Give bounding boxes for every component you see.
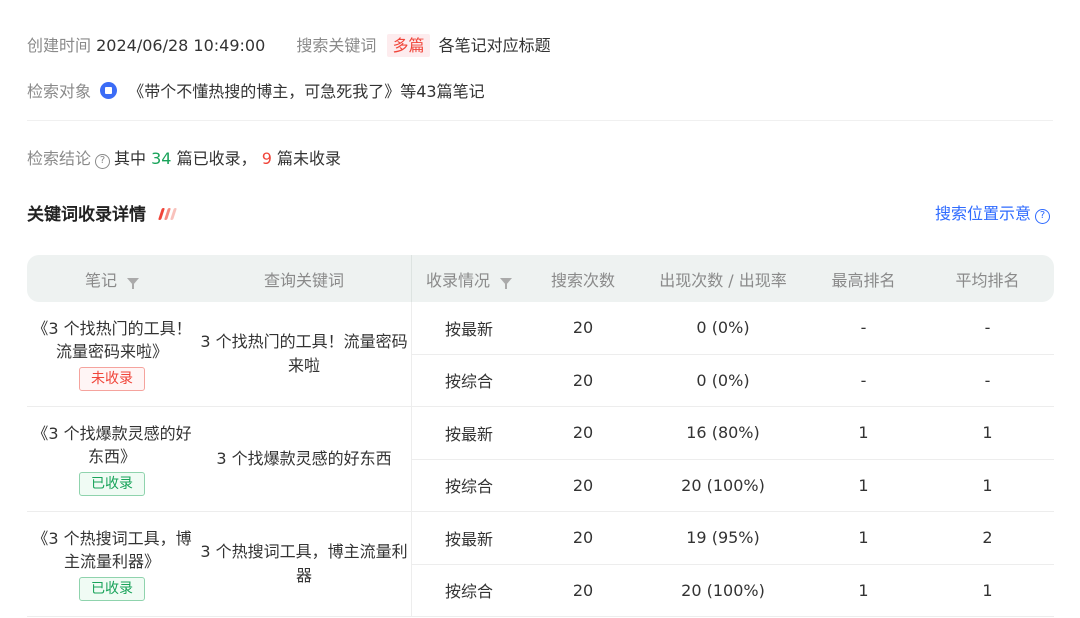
status-badge: 未收录 <box>79 367 145 391</box>
keyword-cell: 3 个找爆款灵感的好东西 <box>197 407 412 511</box>
avg-rank-cell: 1 <box>982 475 993 495</box>
conclusion-label: 检索结论 <box>27 149 92 168</box>
sub-row: 按综合 20 0 (0%) - - <box>412 353 1054 407</box>
appear-cell: 16 (80%) <box>686 423 760 443</box>
sub-row: 按综合 20 20 (100%) 1 1 <box>412 458 1054 512</box>
header-keyword: 查询关键词 <box>197 267 411 291</box>
divider <box>27 120 1053 121</box>
header-avg-rank: 平均排名 <box>921 267 1054 291</box>
meta-created-row: 创建时间 2024/06/28 10:49:00 搜索关键词 多篇 各笔记对应标… <box>27 32 551 57</box>
best-rank-cell: - <box>860 318 867 338</box>
status-badge: 已收录 <box>79 472 145 496</box>
table-row: 《3 个找热门的工具！流量密码来啦》 未收录 3 个找热门的工具！流量密码来啦 … <box>27 302 1054 407</box>
header-best-rank-label: 最高排名 <box>831 270 896 290</box>
searches-cell: 20 <box>572 580 594 600</box>
header-note-label: 笔记 <box>84 270 117 290</box>
created-value: 2024/06/28 10:49:00 <box>96 36 266 55</box>
note-cell: 《3 个热搜词工具，博主流量利器》 已收录 <box>27 512 197 616</box>
keyword-label: 搜索关键词 <box>296 36 377 55</box>
help-icon[interactable]: ? <box>95 153 111 169</box>
header-searches-label: 搜索次数 <box>550 270 615 290</box>
header-avg-rank-label: 平均排名 <box>955 270 1020 290</box>
header-note: 笔记 <box>27 267 197 291</box>
avg-rank-cell: 1 <box>982 580 993 600</box>
avg-rank-cell: 2 <box>982 528 993 548</box>
keyword-cell: 3 个找热门的工具！流量密码来啦 <box>197 302 412 406</box>
searches-cell: 20 <box>572 423 594 443</box>
excluded-text: 篇未收录 <box>276 149 341 168</box>
appear-cell: 20 (100%) <box>681 580 765 600</box>
appear-cell: 19 (95%) <box>686 528 760 548</box>
mode-cell: 按综合 <box>444 372 493 392</box>
sub-row: 按最新 20 19 (95%) 1 2 <box>412 512 1054 564</box>
help-icon[interactable]: ? <box>1035 208 1050 224</box>
best-rank-cell: 1 <box>858 528 869 548</box>
table-header: 笔记 查询关键词 收录情况 搜索次数 出现次数 / 出现率 最高排名 平均排名 <box>27 255 1054 302</box>
sub-row: 按最新 20 0 (0%) - - <box>412 302 1054 354</box>
title-accent-icon <box>157 205 178 225</box>
sub-row: 按综合 20 20 (100%) 1 1 <box>412 563 1054 617</box>
note-cell: 《3 个找热门的工具！流量密码来啦》 未收录 <box>27 302 197 406</box>
conclusion-row: 检索结论? 其中 34 篇已收录， 9 篇未收录 <box>27 145 341 169</box>
status-badge: 已收录 <box>79 577 145 601</box>
keyword-cell: 3 个热搜词工具，博主流量利器 <box>197 512 412 616</box>
meta-object-row: 检索对象 《带个不懂热搜的博主，可急死我了》等43篇笔记 <box>27 78 485 102</box>
sub-row: 按最新 20 16 (80%) 1 1 <box>412 407 1054 459</box>
header-status: 收录情况 <box>412 267 526 291</box>
note-title[interactable]: 《3 个热搜词工具，博主流量利器》 <box>27 527 197 573</box>
searches-cell: 20 <box>572 528 594 548</box>
note-title[interactable]: 《3 个找热门的工具！流量密码来啦》 <box>27 317 197 363</box>
avg-rank-cell: - <box>984 370 991 390</box>
table-row: 《3 个热搜词工具，博主流量利器》 已收录 3 个热搜词工具，博主流量利器 按最… <box>27 512 1054 617</box>
best-rank-cell: 1 <box>858 475 869 495</box>
keyword-multi-chip: 多篇 <box>387 34 430 57</box>
best-rank-cell: 1 <box>858 580 869 600</box>
included-count: 34 <box>151 149 172 168</box>
mode-cell: 按最新 <box>444 529 493 549</box>
searches-cell: 20 <box>572 370 594 390</box>
mode-cell: 按综合 <box>444 582 493 602</box>
note-title[interactable]: 《3 个找爆款灵感的好东西》 <box>27 422 197 468</box>
best-rank-cell: - <box>860 370 867 390</box>
keyword-table: 笔记 查询关键词 收录情况 搜索次数 出现次数 / 出现率 最高排名 平均排名 … <box>27 255 1054 617</box>
keyword-text: 3 个热搜词工具，博主流量利器 <box>200 542 408 585</box>
keyword-text: 3 个找爆款灵感的好东西 <box>216 449 392 468</box>
filter-icon[interactable] <box>127 277 139 289</box>
header-appear: 出现次数 / 出现率 <box>640 267 806 291</box>
header-searches: 搜索次数 <box>526 267 640 291</box>
search-position-link-text[interactable]: 搜索位置示意 <box>935 204 1031 223</box>
appear-cell: 0 (0%) <box>696 370 750 390</box>
searches-cell: 20 <box>572 318 594 338</box>
excluded-count: 9 <box>261 149 272 168</box>
searches-cell: 20 <box>572 475 594 495</box>
header-keyword-label: 查询关键词 <box>263 270 344 290</box>
search-position-link[interactable]: 搜索位置示意? <box>935 200 1054 224</box>
keyword-value: 各笔记对应标题 <box>438 36 551 55</box>
note-cell: 《3 个找爆款灵感的好东西》 已收录 <box>27 407 197 511</box>
appear-cell: 20 (100%) <box>681 475 765 495</box>
avg-rank-cell: 1 <box>982 423 993 443</box>
keyword-text: 3 个找热门的工具！流量密码来啦 <box>200 332 408 375</box>
section-title-text: 关键词收录详情 <box>27 205 146 225</box>
included-text: 篇已收录， <box>176 149 257 168</box>
mode-cell: 按综合 <box>444 477 493 497</box>
filter-icon[interactable] <box>500 277 512 289</box>
appear-cell: 0 (0%) <box>696 318 750 338</box>
mode-cell: 按最新 <box>444 319 493 339</box>
table-row: 《3 个找爆款灵感的好东西》 已收录 3 个找爆款灵感的好东西 按最新 20 1… <box>27 407 1054 512</box>
header-status-label: 收录情况 <box>425 270 490 290</box>
best-rank-cell: 1 <box>858 423 869 443</box>
avg-rank-cell: - <box>984 318 991 338</box>
section-title: 关键词收录详情 <box>27 200 178 225</box>
header-appear-label: 出现次数 / 出现率 <box>659 270 787 290</box>
created-label: 创建时间 <box>27 36 92 55</box>
mode-cell: 按最新 <box>444 424 493 444</box>
object-value: 《带个不懂热搜的博主，可急死我了》等43篇笔记 <box>128 82 485 101</box>
object-label: 检索对象 <box>27 82 92 101</box>
header-best-rank: 最高排名 <box>806 267 921 291</box>
note-platform-icon <box>100 82 118 99</box>
conclusion-prefix: 其中 <box>114 149 147 168</box>
